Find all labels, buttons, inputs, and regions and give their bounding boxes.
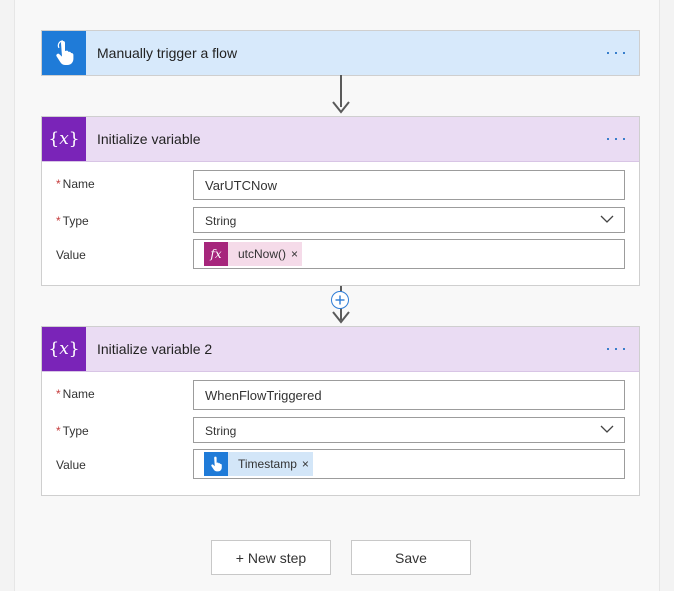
chevron-down-icon bbox=[600, 215, 614, 223]
token-label: utcNow() bbox=[238, 247, 287, 261]
name-label: * Name bbox=[56, 387, 95, 401]
left-scroll-rail bbox=[0, 0, 15, 591]
initialize-variable-2-more-options-button[interactable]: ··· bbox=[605, 339, 629, 357]
utcnow-expression-token[interactable]: fx utcNow() × bbox=[204, 242, 303, 266]
trigger-card-header[interactable]: Manually trigger a flow ··· bbox=[42, 31, 639, 75]
name-field-row: * Name VarUTCNow bbox=[42, 170, 639, 202]
token-label: Timestamp bbox=[238, 457, 297, 471]
name-input[interactable]: VarUTCNow bbox=[193, 170, 625, 200]
arrow-down-icon bbox=[332, 101, 350, 114]
chevron-down-icon bbox=[600, 425, 614, 433]
initialize-variable-card[interactable]: {x} Initialize variable ··· * Name VarUTC… bbox=[41, 116, 640, 286]
plus-icon bbox=[335, 295, 345, 305]
variable-braces-icon: {x} bbox=[42, 327, 86, 371]
trigger-more-options-button[interactable]: ··· bbox=[605, 43, 629, 61]
initialize-variable-header[interactable]: {x} Initialize variable ··· bbox=[42, 117, 639, 162]
arrow-down-icon bbox=[332, 311, 350, 324]
initialize-variable-2-title: Initialize variable 2 bbox=[97, 341, 213, 357]
timestamp-dynamic-token[interactable]: Timestamp × bbox=[204, 452, 313, 476]
type-select[interactable]: String bbox=[193, 417, 625, 443]
new-step-button[interactable]: + New step bbox=[211, 540, 331, 575]
type-field-row: * Type String bbox=[42, 417, 639, 449]
remove-token-button[interactable]: × bbox=[302, 457, 313, 471]
function-fx-icon: fx bbox=[204, 242, 228, 266]
trigger-card[interactable]: Manually trigger a flow ··· bbox=[41, 30, 640, 76]
value-field-row: Value Timestamp × bbox=[42, 449, 639, 481]
value-input[interactable]: Timestamp × bbox=[193, 449, 625, 479]
value-input[interactable]: fx utcNow() × bbox=[193, 239, 625, 269]
name-input[interactable]: WhenFlowTriggered bbox=[193, 380, 625, 410]
initialize-variable-2-card[interactable]: {x} Initialize variable 2 ··· * Name When… bbox=[41, 326, 640, 496]
name-field-row: * Name WhenFlowTriggered bbox=[42, 380, 639, 412]
insert-step-button[interactable] bbox=[331, 291, 349, 309]
type-label: * Type bbox=[56, 424, 89, 438]
type-label: * Type bbox=[56, 214, 89, 228]
save-button[interactable]: Save bbox=[351, 540, 471, 575]
trigger-title: Manually trigger a flow bbox=[97, 45, 238, 61]
initialize-variable-more-options-button[interactable]: ··· bbox=[605, 129, 629, 147]
svg-text:{x}: {x} bbox=[48, 339, 79, 359]
hand-touch-icon bbox=[42, 31, 86, 75]
initialize-variable-title: Initialize variable bbox=[97, 131, 201, 147]
value-label: Value bbox=[56, 458, 86, 472]
svg-text:{x}: {x} bbox=[48, 129, 79, 149]
variable-braces-icon: {x} bbox=[42, 117, 86, 161]
hand-touch-icon bbox=[204, 452, 228, 476]
remove-token-button[interactable]: × bbox=[291, 247, 302, 261]
value-field-row: Value fx utcNow() × bbox=[42, 239, 639, 271]
type-field-row: * Type String bbox=[42, 207, 639, 239]
value-label: Value bbox=[56, 248, 86, 262]
right-scroll-rail bbox=[659, 0, 674, 591]
initialize-variable-2-header[interactable]: {x} Initialize variable 2 ··· bbox=[42, 327, 639, 372]
name-label: * Name bbox=[56, 177, 95, 191]
type-select[interactable]: String bbox=[193, 207, 625, 233]
